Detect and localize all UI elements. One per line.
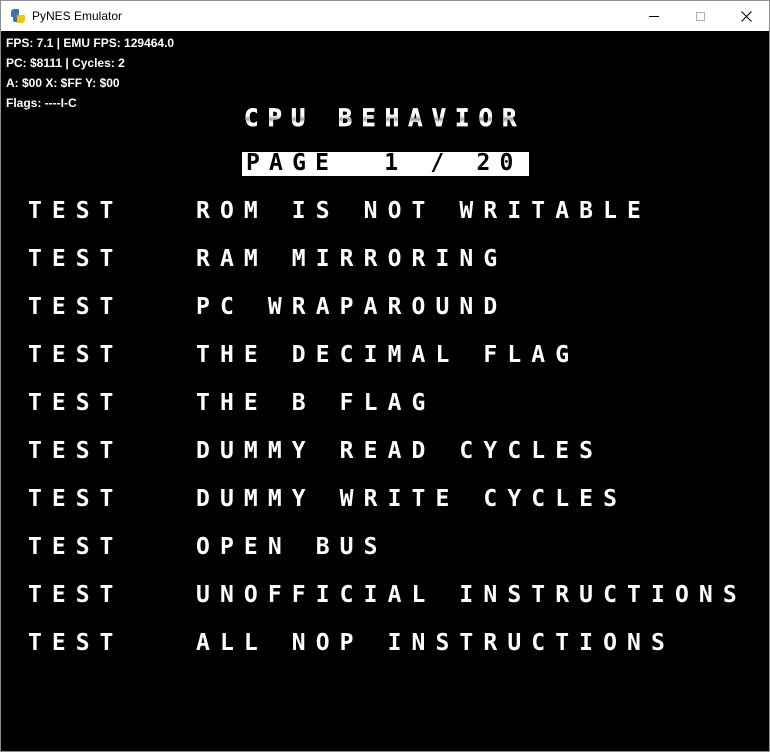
hud-fps: FPS: 7.1 | EMU FPS: 129464.0: [6, 36, 175, 50]
test-row: TEST THE B FLAG: [1, 392, 769, 416]
test-label: TEST: [28, 198, 124, 224]
test-row: TEST THE DECIMAL FLAG: [1, 344, 769, 368]
test-name: PC WRAPAROUND: [196, 294, 508, 320]
test-label: TEST: [28, 342, 124, 368]
test-suite-heading: CPU BEHAVIOR: [244, 104, 526, 132]
test-row: TEST PC WRAPAROUND: [1, 296, 769, 320]
test-label: TEST: [28, 486, 124, 512]
python-icon: [10, 8, 26, 24]
test-label: TEST: [28, 534, 124, 560]
hud-registers: A: $00 X: $FF Y: $00: [6, 76, 120, 90]
test-name: THE B FLAG: [196, 390, 436, 416]
test-label: TEST: [28, 390, 124, 416]
close-button[interactable]: [723, 1, 769, 31]
hud-pc-cycles: PC: $8111 | Cycles: 2: [6, 56, 125, 70]
test-name: DUMMY READ CYCLES: [196, 438, 604, 464]
test-name: THE DECIMAL FLAG: [196, 342, 580, 368]
close-icon: [740, 10, 752, 22]
title-bar[interactable]: PyNES Emulator: [1, 1, 769, 31]
test-name: RAM MIRRORING: [196, 246, 508, 272]
window-controls: [631, 1, 769, 31]
test-name: DUMMY WRITE CYCLES: [196, 486, 628, 512]
minimize-button[interactable]: [631, 1, 677, 31]
maximize-button[interactable]: [677, 1, 723, 31]
test-label: TEST: [28, 294, 124, 320]
hud-flags: Flags: ----I-C: [6, 96, 77, 110]
test-row: TEST ROM IS NOT WRITABLE: [1, 200, 769, 224]
test-name: ALL NOP INSTRUCTIONS: [196, 630, 675, 656]
emulator-window: PyNES Emulator FPS: 7.1 | EMU FPS: 12946…: [0, 0, 770, 752]
test-name: UNOFFICIAL INSTRUCTIONS: [196, 582, 747, 608]
test-row: TEST RAM MIRRORING: [1, 248, 769, 272]
page-indicator: PAGE 1 / 20: [246, 150, 523, 176]
emulator-screen[interactable]: FPS: 7.1 | EMU FPS: 129464.0 PC: $8111 |…: [1, 31, 769, 751]
minimize-icon: [649, 15, 659, 17]
test-label: TEST: [28, 582, 124, 608]
window-title: PyNES Emulator: [32, 9, 123, 23]
test-row: TEST UNOFFICIAL INSTRUCTIONS: [1, 584, 769, 608]
maximize-icon: [695, 11, 705, 21]
test-label: TEST: [28, 630, 124, 656]
test-row: TEST DUMMY READ CYCLES: [1, 440, 769, 464]
test-label: TEST: [28, 438, 124, 464]
test-label: TEST: [28, 246, 124, 272]
test-row: TEST OPEN BUS: [1, 536, 769, 560]
test-name: OPEN BUS: [196, 534, 388, 560]
test-name: ROM IS NOT WRITABLE: [196, 198, 651, 224]
test-row: TEST ALL NOP INSTRUCTIONS: [1, 632, 769, 656]
test-row: TEST DUMMY WRITE CYCLES: [1, 488, 769, 512]
